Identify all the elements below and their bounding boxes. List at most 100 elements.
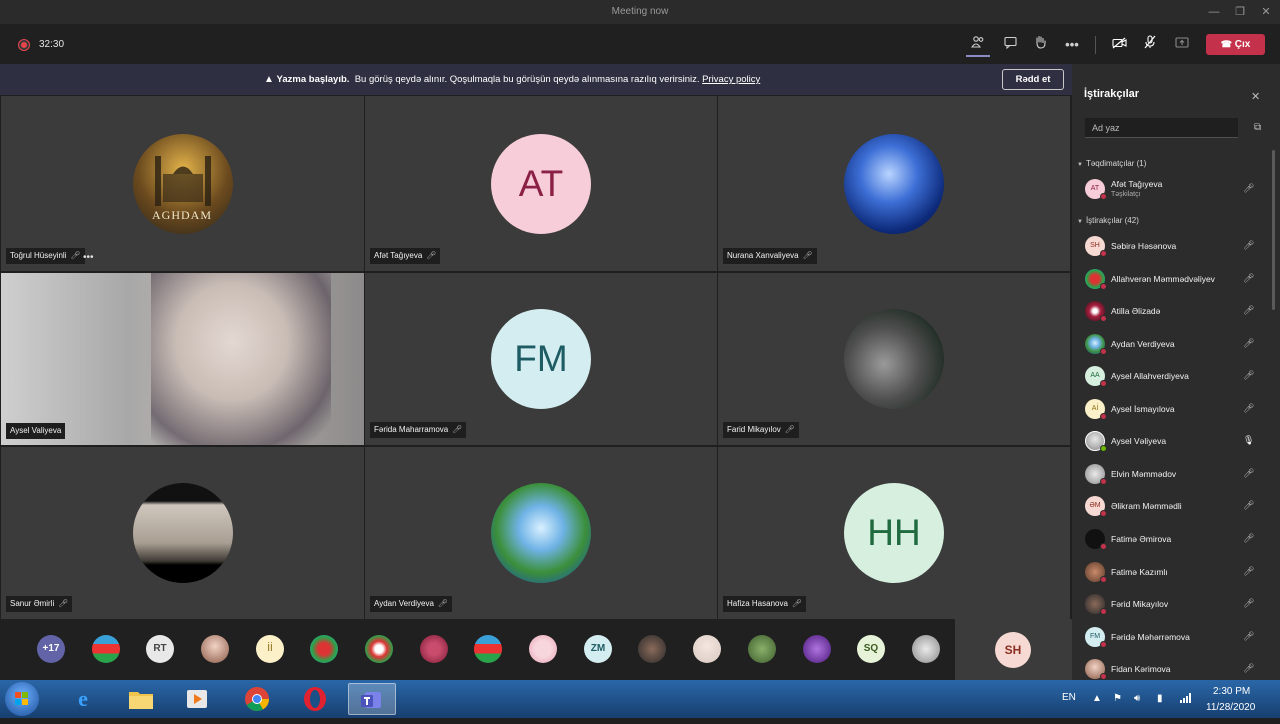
teams-icon[interactable]: [348, 683, 396, 715]
status-badge: [1100, 413, 1107, 420]
media-player-icon[interactable]: [173, 683, 221, 715]
participant-list-item[interactable]: Aysel Vəliyeva 🎙︎: [1084, 429, 1264, 455]
start-button[interactable]: [5, 682, 39, 716]
presenters-section-header[interactable]: ▼ Təqdimatçılar (1): [1077, 159, 1146, 168]
banner-text: Bu görüş qeydə alınır. Qoşulmaqla bu gör…: [354, 74, 700, 85]
participant-mini-avatar[interactable]: SQ: [857, 635, 885, 663]
banner-message: ▲ Yazma başlayıb. Bu görüş qeydə alınır.…: [264, 74, 760, 85]
participants-icon[interactable]: [967, 34, 989, 56]
clock-time[interactable]: 2:30 PM: [1213, 686, 1250, 697]
close-window-icon[interactable]: ✕: [1258, 4, 1274, 20]
opera-icon[interactable]: [291, 683, 339, 715]
participant-mini-avatar[interactable]: [201, 635, 229, 663]
maximize-icon[interactable]: ❐: [1232, 4, 1248, 20]
participant-mini-avatar[interactable]: [803, 635, 831, 663]
aghdam-logo-text: AGHDAM: [152, 208, 212, 222]
chevron-down-icon: ▼: [1077, 162, 1083, 168]
participant-name: Farid Mikayılov: [727, 425, 781, 434]
mic-off-icon[interactable]: [1139, 34, 1161, 56]
participant-tile[interactable]: Nurana Xanvaliyeva 🎤︎: [718, 96, 1070, 271]
participant-list-item[interactable]: Atilla Əlizadə 🎤︎: [1084, 299, 1264, 325]
participant-mini-avatar[interactable]: RT: [146, 635, 174, 663]
participant-list-item[interactable]: ƏM Əlikram Məmmədli 🎤︎: [1084, 494, 1264, 520]
participant-photo: [491, 483, 591, 583]
participant-mini-avatar[interactable]: [748, 635, 776, 663]
participant-list-item[interactable]: Elvin Məmmədov 🎤︎: [1084, 462, 1264, 488]
chrome-icon[interactable]: [233, 683, 281, 715]
participant-tile[interactable]: AT Afət Tağıyeva 🎤︎: [365, 96, 717, 271]
participant-name-tag: Aysel Valiyeva: [6, 423, 66, 439]
share-screen-icon[interactable]: [1171, 34, 1193, 56]
recording-banner: ▲ Yazma başlayıb. Bu görüş qeydə alınır.…: [0, 64, 1072, 95]
participant-list-item[interactable]: Fidan Kərimova 🎤︎: [1084, 657, 1264, 680]
more-options-icon[interactable]: •••: [1061, 34, 1083, 56]
participant-list-item[interactable]: Fatimə Əmirova 🎤︎: [1084, 527, 1264, 553]
participant-name: Sanur Əmirli: [10, 599, 55, 608]
participant-mini-avatar[interactable]: [420, 635, 448, 663]
tile-more-icon[interactable]: •••: [83, 252, 94, 263]
participant-mini-avatar[interactable]: ZM: [584, 635, 612, 663]
participant-list-item[interactable]: AA Aysel Allahverdiyeva 🎤︎: [1084, 364, 1264, 390]
show-hidden-icons-icon[interactable]: ▲: [1092, 693, 1102, 704]
participant-tile[interactable]: FM Fərida Maharramova 🎤︎: [365, 273, 717, 445]
participant-mini-avatar[interactable]: [638, 635, 666, 663]
overflow-participants-button[interactable]: +17: [37, 635, 65, 663]
participant-video-tile[interactable]: Aysel Valiyeva: [1, 273, 364, 445]
power-icon[interactable]: ▮: [1157, 693, 1163, 704]
chevron-down-icon: ▼: [1077, 219, 1083, 225]
attendees-label: İştirakçılar (42): [1085, 216, 1139, 225]
panel-scrollbar[interactable]: [1272, 150, 1275, 310]
participant-tile[interactable]: HH Hafiza Hasanova 🎤︎: [718, 447, 1070, 619]
dismiss-button[interactable]: Rədd et: [1002, 69, 1064, 90]
participant-list-item[interactable]: FM Fəridə Məhərrəmova 🎤︎: [1084, 625, 1264, 651]
participant-mini-avatar[interactable]: [529, 635, 557, 663]
file-explorer-icon[interactable]: [117, 683, 165, 715]
participant-mini-avatar[interactable]: İİ: [256, 635, 284, 663]
participant-tile[interactable]: Aydan Verdiyeva 🎤︎: [365, 447, 717, 619]
recording-icon: [19, 40, 29, 50]
participant-role: Təşkilatçı: [1111, 191, 1141, 198]
mic-off-icon: 🎤︎: [1243, 598, 1255, 608]
clock-date[interactable]: 11/28/2020: [1206, 702, 1255, 713]
participant-video: [151, 273, 331, 445]
self-view-tile[interactable]: SH: [955, 619, 1072, 680]
participant-tile[interactable]: Farid Mikayılov 🎤︎: [718, 273, 1070, 445]
participant-name: Əlikram Məmmədli: [1111, 501, 1182, 511]
participant-mini-avatar[interactable]: [92, 635, 120, 663]
participant-list-item[interactable]: Aydan Verdiyeva 🎤︎: [1084, 332, 1264, 358]
participant-mini-avatar[interactable]: [912, 635, 940, 663]
mic-off-icon: 🎤︎: [426, 251, 437, 260]
volume-icon[interactable]: 🔊︎: [1134, 693, 1140, 704]
status-badge: [1100, 608, 1107, 615]
participant-tile[interactable]: Sanur Əmirli 🎤︎: [1, 447, 364, 619]
participant-mini-avatar[interactable]: [474, 635, 502, 663]
participant-tile[interactable]: AGHDAM Toğrul Hüseyinli 🎤︎ •••: [1, 96, 364, 271]
participant-list-item[interactable]: Fatimə Kazımlı 🎤︎: [1084, 560, 1264, 586]
status-badge: [1100, 348, 1107, 355]
language-indicator[interactable]: EN: [1062, 692, 1076, 703]
close-panel-icon[interactable]: ✕: [1251, 90, 1260, 103]
minimize-icon[interactable]: —: [1206, 4, 1222, 20]
action-center-icon[interactable]: ⚑: [1113, 693, 1122, 704]
copy-link-icon[interactable]: ⧉: [1254, 122, 1261, 133]
participant-list-item[interactable]: Fərid Mikayılov 🎤︎: [1084, 592, 1264, 618]
privacy-policy-link[interactable]: Privacy policy: [702, 74, 760, 85]
chat-icon[interactable]: [999, 34, 1021, 56]
raise-hand-icon[interactable]: [1029, 34, 1051, 56]
participant-mini-avatar[interactable]: [365, 635, 393, 663]
participant-search-input[interactable]: [1085, 118, 1238, 138]
internet-explorer-icon[interactable]: e: [59, 683, 107, 715]
leave-button[interactable]: ☎ Çıx: [1206, 34, 1265, 55]
mic-off-icon: 🎤︎: [1243, 240, 1255, 250]
mic-off-icon: 🎤︎: [70, 251, 81, 260]
participant-list-item[interactable]: Aİ Aysel İsmayılova 🎤︎: [1084, 397, 1264, 423]
participant-list-item[interactable]: Allahverən Məmmədvəliyev 🎤︎: [1084, 267, 1264, 293]
camera-off-icon[interactable]: [1108, 34, 1130, 56]
participant-name-tag: Farid Mikayılov 🎤︎: [723, 422, 799, 438]
attendees-section-header[interactable]: ▼ İştirakçılar (42): [1077, 216, 1139, 225]
network-icon[interactable]: [1180, 693, 1192, 706]
participant-mini-avatar[interactable]: [693, 635, 721, 663]
participant-list-item[interactable]: AT Afət Tağıyeva Təşkilatçı 🎤︎: [1084, 177, 1264, 203]
participant-list-item[interactable]: SH Səbirə Həsənova 🎤︎: [1084, 234, 1264, 260]
participant-mini-avatar[interactable]: [310, 635, 338, 663]
